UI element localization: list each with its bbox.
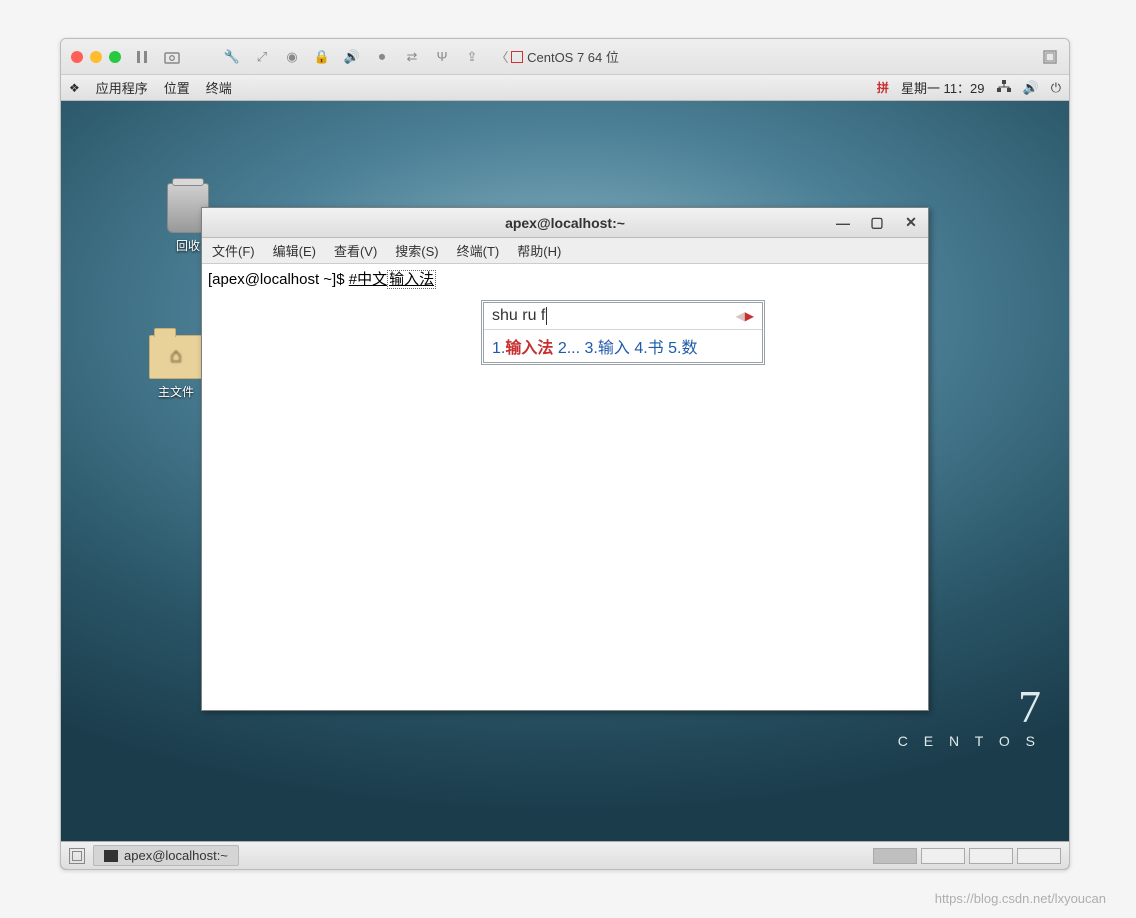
gnome-top-panel: ❖ 应用程序 位置 终端 拼 星期一 11：29 🔊 ⏻: [61, 75, 1069, 101]
back-icon[interactable]: 〈: [493, 48, 511, 66]
gnome-bottom-panel: apex@localhost:~: [61, 841, 1069, 869]
menu-search[interactable]: 搜索(S): [395, 241, 438, 260]
folder-icon: [149, 335, 203, 379]
menu-help[interactable]: 帮助(H): [517, 241, 561, 260]
arrow-right-icon[interactable]: ▶: [745, 309, 754, 323]
power-icon[interactable]: ⏻: [1051, 80, 1061, 96]
vm-toolbar: 🔧 ⤢ ◉ 🔒 🔊 ⏺ ⇄ Ψ ⇪ 〈 CentOS 7 64 位: [61, 39, 1069, 75]
places-menu[interactable]: 位置: [164, 78, 190, 97]
wrench-icon[interactable]: 🔧: [223, 48, 241, 66]
arrow-left-icon[interactable]: ◀: [736, 309, 745, 323]
volume-icon[interactable]: 🔊: [1023, 80, 1039, 96]
minimize-icon[interactable]: [90, 51, 102, 63]
usb-icon[interactable]: Ψ: [433, 48, 451, 66]
workspace-4[interactable]: [1017, 848, 1061, 864]
menu-edit[interactable]: 编辑(E): [273, 241, 316, 260]
ime-pinyin-input: shu ru f: [492, 307, 545, 325]
watermark: https://blog.csdn.net/lxyoucan: [935, 891, 1106, 906]
workspace-switcher-icon[interactable]: [69, 848, 85, 864]
ime-cursor: [546, 307, 547, 325]
terminal-body[interactable]: [apex@localhost ~]$ #中文输入法: [202, 264, 928, 293]
workspace-1[interactable]: [873, 848, 917, 864]
workspace-2[interactable]: [921, 848, 965, 864]
terminal-title: apex@localhost:~: [505, 215, 625, 231]
clock[interactable]: 星期一 11：29: [901, 78, 985, 97]
taskbar-item-terminal[interactable]: apex@localhost:~: [93, 845, 239, 866]
workspace-3[interactable]: [969, 848, 1013, 864]
terminal-menubar: 文件(F) 编辑(E) 查看(V) 搜索(S) 终端(T) 帮助(H): [202, 238, 928, 264]
menu-view[interactable]: 查看(V): [334, 241, 377, 260]
candidate-2[interactable]: 2...: [558, 340, 580, 357]
terminal-window[interactable]: apex@localhost:~ — ▢ ✕ 文件(F) 编辑(E) 查看(V)…: [201, 207, 929, 711]
terminal-menu-item[interactable]: 终端: [206, 78, 232, 97]
menu-file[interactable]: 文件(F): [212, 241, 255, 260]
ime-page-arrows[interactable]: ◀▶: [736, 309, 754, 323]
ime-preedit: 输入法: [387, 270, 436, 289]
lock-icon[interactable]: 🔒: [313, 48, 331, 66]
window-maximize-button[interactable]: ▢: [866, 214, 888, 231]
candidate-5[interactable]: 5.数: [668, 340, 697, 357]
close-icon[interactable]: [71, 51, 83, 63]
applications-menu[interactable]: 应用程序: [96, 78, 148, 97]
centos-icon: [511, 51, 523, 63]
prompt: [apex@localhost ~]$: [208, 271, 349, 288]
ime-indicator[interactable]: 拼: [877, 79, 889, 96]
traffic-lights[interactable]: [71, 51, 121, 63]
guest-desktop: ❖ 应用程序 位置 终端 拼 星期一 11：29 🔊 ⏻ 回收 主文件 7: [61, 75, 1069, 869]
typed-text: #中文: [349, 271, 387, 288]
candidate-4[interactable]: 4.书: [634, 340, 663, 357]
vm-host-window: 🔧 ⤢ ◉ 🔒 🔊 ⏺ ⇄ Ψ ⇪ 〈 CentOS 7 64 位 ❖ 应用程序…: [60, 38, 1070, 870]
fullscreen-icon[interactable]: [1041, 48, 1059, 66]
sound-icon[interactable]: 🔊: [343, 48, 361, 66]
terminal-icon: [104, 850, 118, 862]
disc-icon[interactable]: ◉: [283, 48, 301, 66]
share-icon[interactable]: ⇪: [463, 48, 481, 66]
candidate-3[interactable]: 3.输入: [585, 340, 630, 357]
workspace-pager[interactable]: [873, 848, 1061, 864]
snapshot-icon[interactable]: [163, 48, 181, 66]
task-label: apex@localhost:~: [124, 848, 228, 863]
ime-candidate-popup[interactable]: shu ru f ◀▶ 1.输入法 2... 3.输入 4.书 5.数: [481, 300, 765, 365]
vm-title: CentOS 7 64 位: [61, 47, 1069, 66]
window-minimize-button[interactable]: —: [832, 215, 854, 231]
network-icon[interactable]: ⇄: [403, 48, 421, 66]
video-icon[interactable]: ⏺: [373, 48, 391, 66]
terminal-titlebar[interactable]: apex@localhost:~ — ▢ ✕: [202, 208, 928, 238]
maximize-icon[interactable]: [109, 51, 121, 63]
ime-candidate-row[interactable]: 1.输入法 2... 3.输入 4.书 5.数: [484, 329, 762, 362]
candidate-1[interactable]: 1.输入法: [492, 340, 553, 357]
window-close-button[interactable]: ✕: [900, 214, 922, 231]
pause-icon[interactable]: [133, 48, 151, 66]
network-status-icon[interactable]: [997, 79, 1011, 96]
menu-terminal[interactable]: 终端(T): [457, 241, 500, 260]
resize-icon[interactable]: ⤢: [253, 48, 271, 66]
panel-logo-icon: ❖: [69, 81, 80, 95]
